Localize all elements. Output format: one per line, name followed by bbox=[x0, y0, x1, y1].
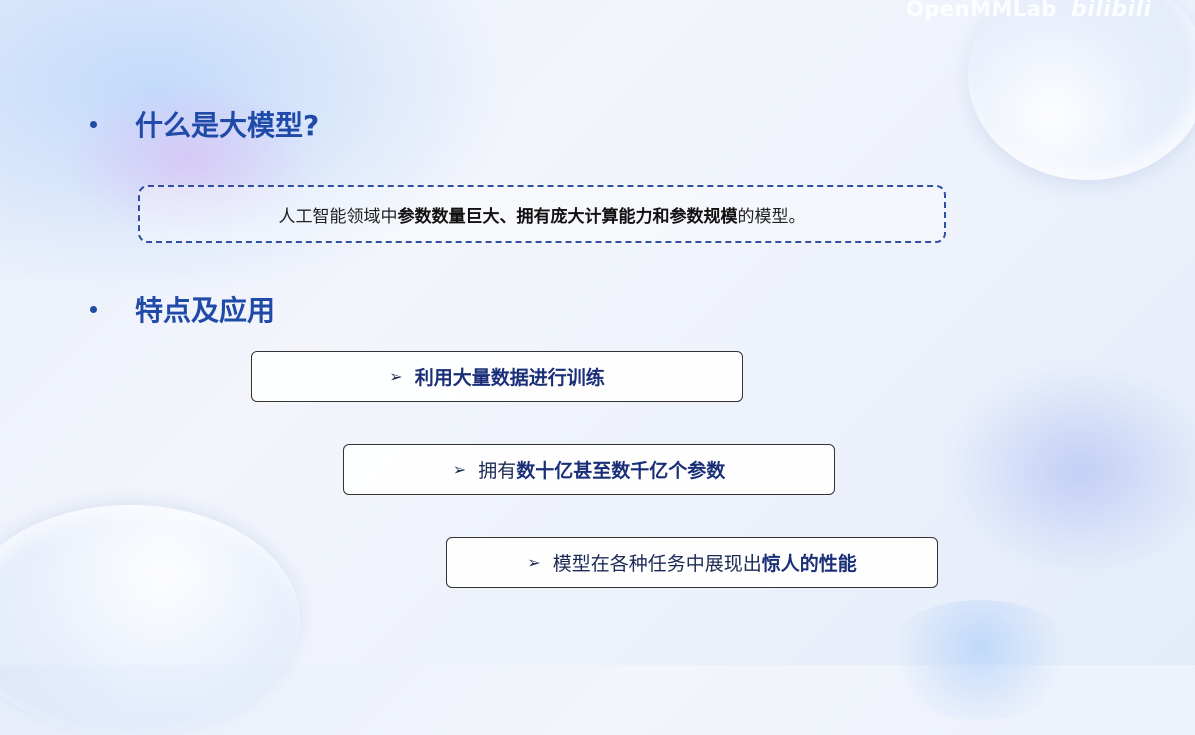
decorative-glow-bottom-right bbox=[880, 600, 1080, 720]
feature-plain: 模型在各种任务中展现出 bbox=[552, 553, 762, 575]
definition-prefix: 人工智能领域中 bbox=[278, 206, 398, 227]
arrowhead-icon: ➢ bbox=[452, 460, 467, 479]
feature-plain: 拥有 bbox=[478, 460, 517, 482]
background-glow-right bbox=[940, 360, 1195, 580]
feature-box-performance: ➢ 模型在各种任务中展现出 惊人的性能 bbox=[446, 537, 938, 588]
feature-strong: 利用大量数据进行训练 bbox=[414, 367, 605, 389]
feature-box-training: ➢ 利用大量数据进行训练 bbox=[251, 351, 743, 402]
watermark: OpenMMLab bilibili bbox=[906, 0, 1152, 22]
decorative-bubble-bottom-left bbox=[0, 505, 300, 735]
decorative-bubble-top-right bbox=[968, 0, 1195, 180]
section-features: 特点及应用 bbox=[90, 289, 275, 329]
feature-strong: 惊人的性能 bbox=[761, 553, 857, 575]
bullet-dot-icon bbox=[90, 120, 97, 128]
definition-suffix: 的模型。 bbox=[737, 206, 806, 227]
section-what-is: 什么是大模型? bbox=[90, 104, 319, 144]
bullet-dot-icon bbox=[90, 305, 97, 313]
section-heading: 特点及应用 bbox=[135, 294, 276, 327]
section-heading: 什么是大模型? bbox=[135, 109, 320, 142]
definition-highlight: 参数数量巨大、拥有庞大计算能力和参数规模 bbox=[397, 206, 738, 227]
feature-box-parameters: ➢ 拥有 数十亿甚至数千亿个参数 bbox=[343, 444, 835, 495]
background-glow-blue bbox=[0, 0, 520, 300]
watermark-brand: OpenMMLab bbox=[906, 0, 1057, 21]
definition-box: 人工智能领域中 参数数量巨大、拥有庞大计算能力和参数规模 的模型。 bbox=[138, 185, 946, 243]
arrowhead-icon: ➢ bbox=[389, 367, 403, 386]
feature-strong: 数十亿甚至数千亿个参数 bbox=[516, 460, 726, 482]
arrowhead-icon: ➢ bbox=[527, 553, 541, 572]
watermark-platform-logo: bilibili bbox=[1070, 0, 1152, 22]
